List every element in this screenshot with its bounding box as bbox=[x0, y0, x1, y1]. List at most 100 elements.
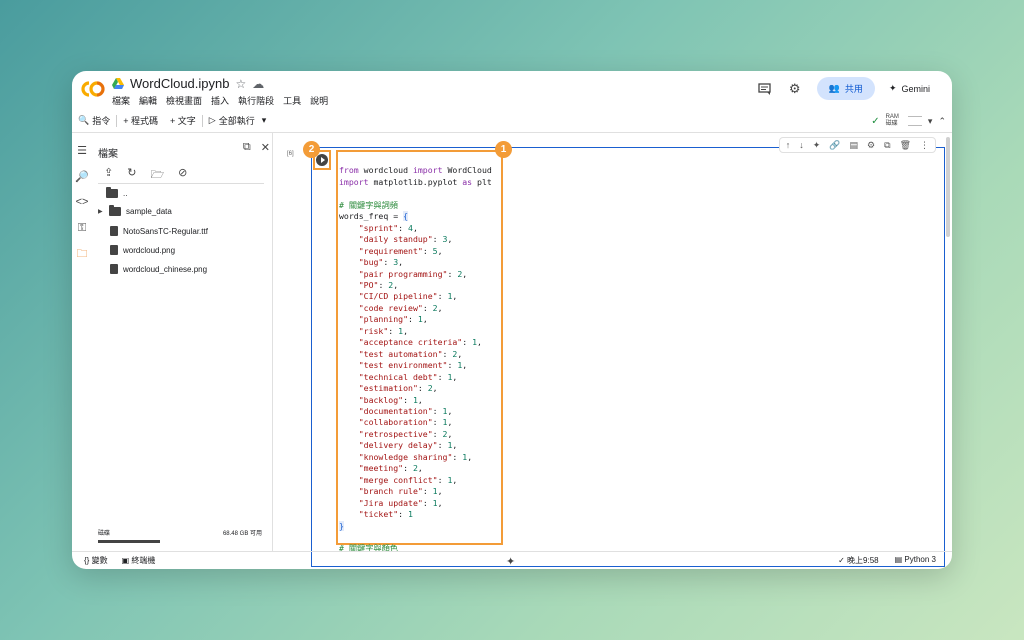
menu-view[interactable]: 檢視畫面 bbox=[166, 94, 202, 107]
colab-logo-icon[interactable] bbox=[80, 79, 106, 99]
dict-entry: "knowledge sharing": 1, bbox=[358, 451, 473, 462]
variables-button[interactable]: {} 變數 bbox=[84, 555, 108, 566]
file-name: wordcloud_chinese.png bbox=[123, 264, 208, 274]
code-editor[interactable]: from wordcloud import WordCloud import m… bbox=[339, 154, 492, 566]
dict-entry: "test environment": 1, bbox=[358, 360, 468, 371]
panel-title: 檔案 bbox=[98, 149, 118, 160]
dict-entry: "bug": 3, bbox=[358, 257, 404, 268]
notebook-title[interactable]: WordCloud.ipynb bbox=[130, 76, 229, 91]
file-row-parent[interactable]: .. bbox=[106, 187, 128, 198]
dict-entry: "code review": 2, bbox=[358, 302, 443, 313]
dict-entries: "sprint": 4, "daily standup": 3, "requir… bbox=[339, 223, 482, 519]
file-row-wordcloud[interactable]: wordcloud.png bbox=[110, 245, 175, 255]
runtime-status[interactable]: ▤ Python 3 bbox=[895, 555, 936, 566]
file-name: .. bbox=[123, 189, 128, 198]
run-all-button[interactable]: ▷ 全部執行 ▾ bbox=[203, 114, 272, 127]
add-text-label: + 文字 bbox=[170, 116, 196, 126]
search-icon: 🔍 bbox=[78, 115, 90, 125]
terminal-label: 終端機 bbox=[131, 556, 156, 565]
gemini-sparkle-icon[interactable]: ✦ bbox=[506, 555, 515, 568]
delete-icon[interactable]: 🗑 bbox=[900, 140, 911, 151]
add-text-button[interactable]: + 文字 bbox=[164, 114, 202, 127]
file-row-wordcloud-chinese[interactable]: wordcloud_chinese.png bbox=[110, 264, 207, 274]
runtime-label: Python 3 bbox=[904, 555, 936, 564]
more-options-icon[interactable]: ⋮ bbox=[920, 140, 929, 151]
dict-entry: "branch rule": 1, bbox=[358, 486, 443, 497]
check-icon: ✓ bbox=[838, 556, 845, 565]
gemini-label: Gemini bbox=[901, 83, 930, 94]
share-button[interactable]: 👥 共用 bbox=[816, 77, 875, 100]
execution-time: 晚上9:58 bbox=[847, 556, 879, 565]
left-rail: ☰ 🔎 <> ⚿ 🗀 bbox=[72, 133, 92, 551]
dict-entry: "planning": 1, bbox=[358, 314, 428, 325]
settings-gear-icon[interactable]: ⚙ bbox=[787, 81, 803, 97]
gemini-button[interactable]: ✦ Gemini bbox=[889, 83, 938, 94]
code-comment: # 關鍵字與詞頻 bbox=[339, 199, 398, 210]
comment-icon[interactable]: ▤ bbox=[850, 140, 859, 151]
expand-caret-icon[interactable]: ▶ bbox=[98, 208, 104, 215]
dict-entry: "PO": 2, bbox=[358, 279, 399, 290]
menu-edit[interactable]: 編輯 bbox=[139, 94, 157, 107]
file-icon bbox=[110, 226, 118, 236]
disk-label: 磁碟 bbox=[885, 121, 898, 127]
open-in-tab-icon[interactable]: ⧉ bbox=[243, 141, 251, 154]
gemini-sparkle-icon: ✦ bbox=[888, 83, 897, 93]
status-bar: {} 變數 ▣ 終端機 ✦ ✓ 晚上9:58 ▤ Python 3 bbox=[72, 551, 952, 569]
command-palette-button[interactable]: 🔍 指令 bbox=[72, 114, 116, 127]
dict-entry: "ticket": 1 bbox=[358, 509, 413, 520]
folder-icon bbox=[106, 187, 118, 198]
panel-divider bbox=[98, 183, 264, 184]
menu-help[interactable]: 說明 bbox=[310, 94, 328, 107]
menu-runtime[interactable]: 執行階段 bbox=[238, 94, 274, 107]
link-icon[interactable]: 🔗 bbox=[829, 140, 840, 151]
move-down-icon[interactable]: ↓ bbox=[799, 140, 804, 150]
file-row-sample-data[interactable]: ▶ sample_data bbox=[98, 205, 172, 216]
vertical-scrollbar[interactable] bbox=[946, 137, 950, 237]
comment-icon[interactable] bbox=[757, 81, 773, 97]
notebook-toolbar: 🔍 指令 + 程式碼 + 文字 ▷ 全部執行 ▾ ✓ RAM 磁碟 ▾ ⌃ bbox=[72, 109, 952, 133]
terminal-button[interactable]: ▣ 終端機 bbox=[122, 555, 156, 566]
secrets-key-icon[interactable]: ⚿ bbox=[75, 221, 89, 235]
file-name: wordcloud.png bbox=[123, 245, 176, 255]
menu-tools[interactable]: 工具 bbox=[283, 94, 301, 107]
chevron-down-icon[interactable]: ▾ bbox=[928, 116, 933, 127]
gemini-sparkle-icon[interactable]: ✦ bbox=[813, 140, 821, 151]
file-row-font[interactable]: NotoSansTC-Regular.ttf bbox=[110, 226, 208, 236]
chevron-down-icon[interactable]: ▾ bbox=[262, 115, 267, 126]
code-snippets-icon[interactable]: <> bbox=[75, 195, 89, 209]
files-folder-icon[interactable]: 🗀 bbox=[75, 247, 89, 261]
star-icon[interactable]: ☆ bbox=[235, 77, 246, 91]
server-icon: ▤ bbox=[894, 555, 903, 564]
dict-entry: "estimation": 2, bbox=[358, 383, 438, 394]
command-label: 指令 bbox=[92, 116, 111, 126]
collapse-chevron-up-icon[interactable]: ⌃ bbox=[938, 116, 946, 127]
find-replace-icon[interactable]: 🔎 bbox=[75, 169, 89, 183]
drive-icon bbox=[112, 78, 124, 89]
code-line: from wordcloud import WordCloud bbox=[339, 165, 492, 176]
dict-entry: "requirement": 5, bbox=[358, 245, 443, 256]
dict-entry: "retrospective": 2, bbox=[358, 428, 453, 439]
mirror-cell-icon[interactable]: ⧉ bbox=[884, 140, 890, 151]
callout-badge-2: 2 bbox=[303, 141, 320, 158]
menu-bar: 檔案 編輯 檢視畫面 插入 執行階段 工具 說明 bbox=[112, 94, 328, 107]
table-of-contents-icon[interactable]: ☰ bbox=[75, 143, 89, 157]
move-up-icon[interactable]: ↑ bbox=[786, 140, 791, 150]
menu-file[interactable]: 檔案 bbox=[112, 94, 130, 107]
callout-badge-1: 1 bbox=[495, 141, 512, 158]
close-icon[interactable]: ✕ bbox=[261, 141, 270, 154]
menu-insert[interactable]: 插入 bbox=[211, 94, 229, 107]
execution-status[interactable]: ✓ 晚上9:58 bbox=[838, 555, 879, 566]
disk-free-value: 68.48 GB 可用 bbox=[222, 531, 262, 537]
dict-entry: "technical debt": 1, bbox=[358, 371, 458, 382]
disk-usage: 磁碟 68.48 GB 可用 bbox=[98, 528, 262, 537]
add-code-button[interactable]: + 程式碼 bbox=[117, 114, 164, 127]
file-icon bbox=[110, 245, 118, 255]
dict-entry: "collaboration": 1, bbox=[358, 417, 453, 428]
resource-monitor[interactable]: RAM 磁碟 bbox=[886, 114, 899, 128]
files-panel: 檔案 ⧉ ✕ ⇪ ↻ 🗁 ⊘ .. ▶ sample_data NotoSans… bbox=[92, 133, 272, 551]
cell-toolbar: ↑ ↓ ✦ 🔗 ▤ ⚙ ⧉ 🗑 ⋮ bbox=[778, 137, 936, 153]
terminal-icon: ▣ bbox=[121, 556, 130, 565]
share-label: 共用 bbox=[844, 84, 863, 94]
settings-gear-icon[interactable]: ⚙ bbox=[867, 140, 875, 151]
folder-icon bbox=[109, 205, 121, 216]
